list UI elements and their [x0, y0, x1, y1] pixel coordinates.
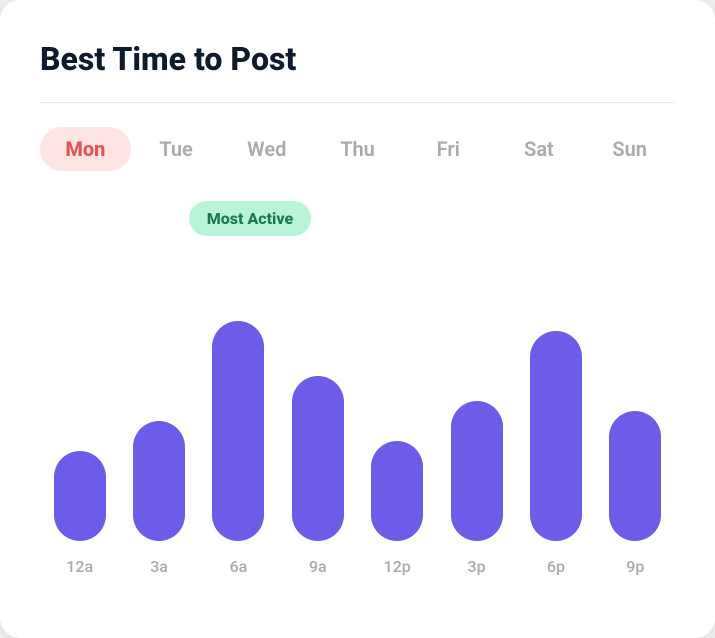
time-label-3p: 3p: [437, 557, 516, 576]
bar-6a: [212, 321, 264, 541]
bar-9a: [292, 376, 344, 541]
bar-wrapper-9p: [596, 411, 675, 541]
bar-wrapper-12p: [358, 441, 437, 541]
time-label-12a: 12a: [40, 557, 119, 576]
divider: [40, 102, 675, 103]
bar-wrapper-6p: [516, 331, 595, 541]
bars-container: [40, 261, 675, 541]
day-tab-sun[interactable]: Sun: [584, 127, 675, 171]
bar-wrapper-12a: [40, 451, 119, 541]
best-time-card: Best Time to Post MonTueWedThuFriSatSun …: [0, 0, 715, 638]
day-tab-sat[interactable]: Sat: [494, 127, 585, 171]
bar-12p: [371, 441, 423, 541]
day-tab-thu[interactable]: Thu: [312, 127, 403, 171]
bar-6p: [530, 331, 582, 541]
card-title: Best Time to Post: [40, 40, 675, 78]
time-label-9p: 9p: [596, 557, 675, 576]
time-label-9a: 9a: [278, 557, 357, 576]
day-tab-tue[interactable]: Tue: [131, 127, 222, 171]
time-label-12p: 12p: [358, 557, 437, 576]
time-label-6p: 6p: [516, 557, 595, 576]
day-tab-mon[interactable]: Mon: [40, 127, 131, 171]
bar-wrapper-9a: [278, 376, 357, 541]
most-active-badge: Most Active: [189, 201, 311, 236]
bar-3p: [451, 401, 503, 541]
time-label-3a: 3a: [119, 557, 198, 576]
day-tabs: MonTueWedThuFriSatSun: [40, 127, 675, 171]
chart-area: Most Active 12a3a6a9a12p3p6p9p: [40, 201, 675, 576]
bar-3a: [133, 421, 185, 541]
time-label-6a: 6a: [199, 557, 278, 576]
day-tab-fri[interactable]: Fri: [403, 127, 494, 171]
time-labels: 12a3a6a9a12p3p6p9p: [40, 557, 675, 576]
bar-wrapper-6a: [199, 321, 278, 541]
bar-9p: [609, 411, 661, 541]
bar-wrapper-3p: [437, 401, 516, 541]
bar-12a: [54, 451, 106, 541]
day-tab-wed[interactable]: Wed: [221, 127, 312, 171]
bar-wrapper-3a: [119, 421, 198, 541]
